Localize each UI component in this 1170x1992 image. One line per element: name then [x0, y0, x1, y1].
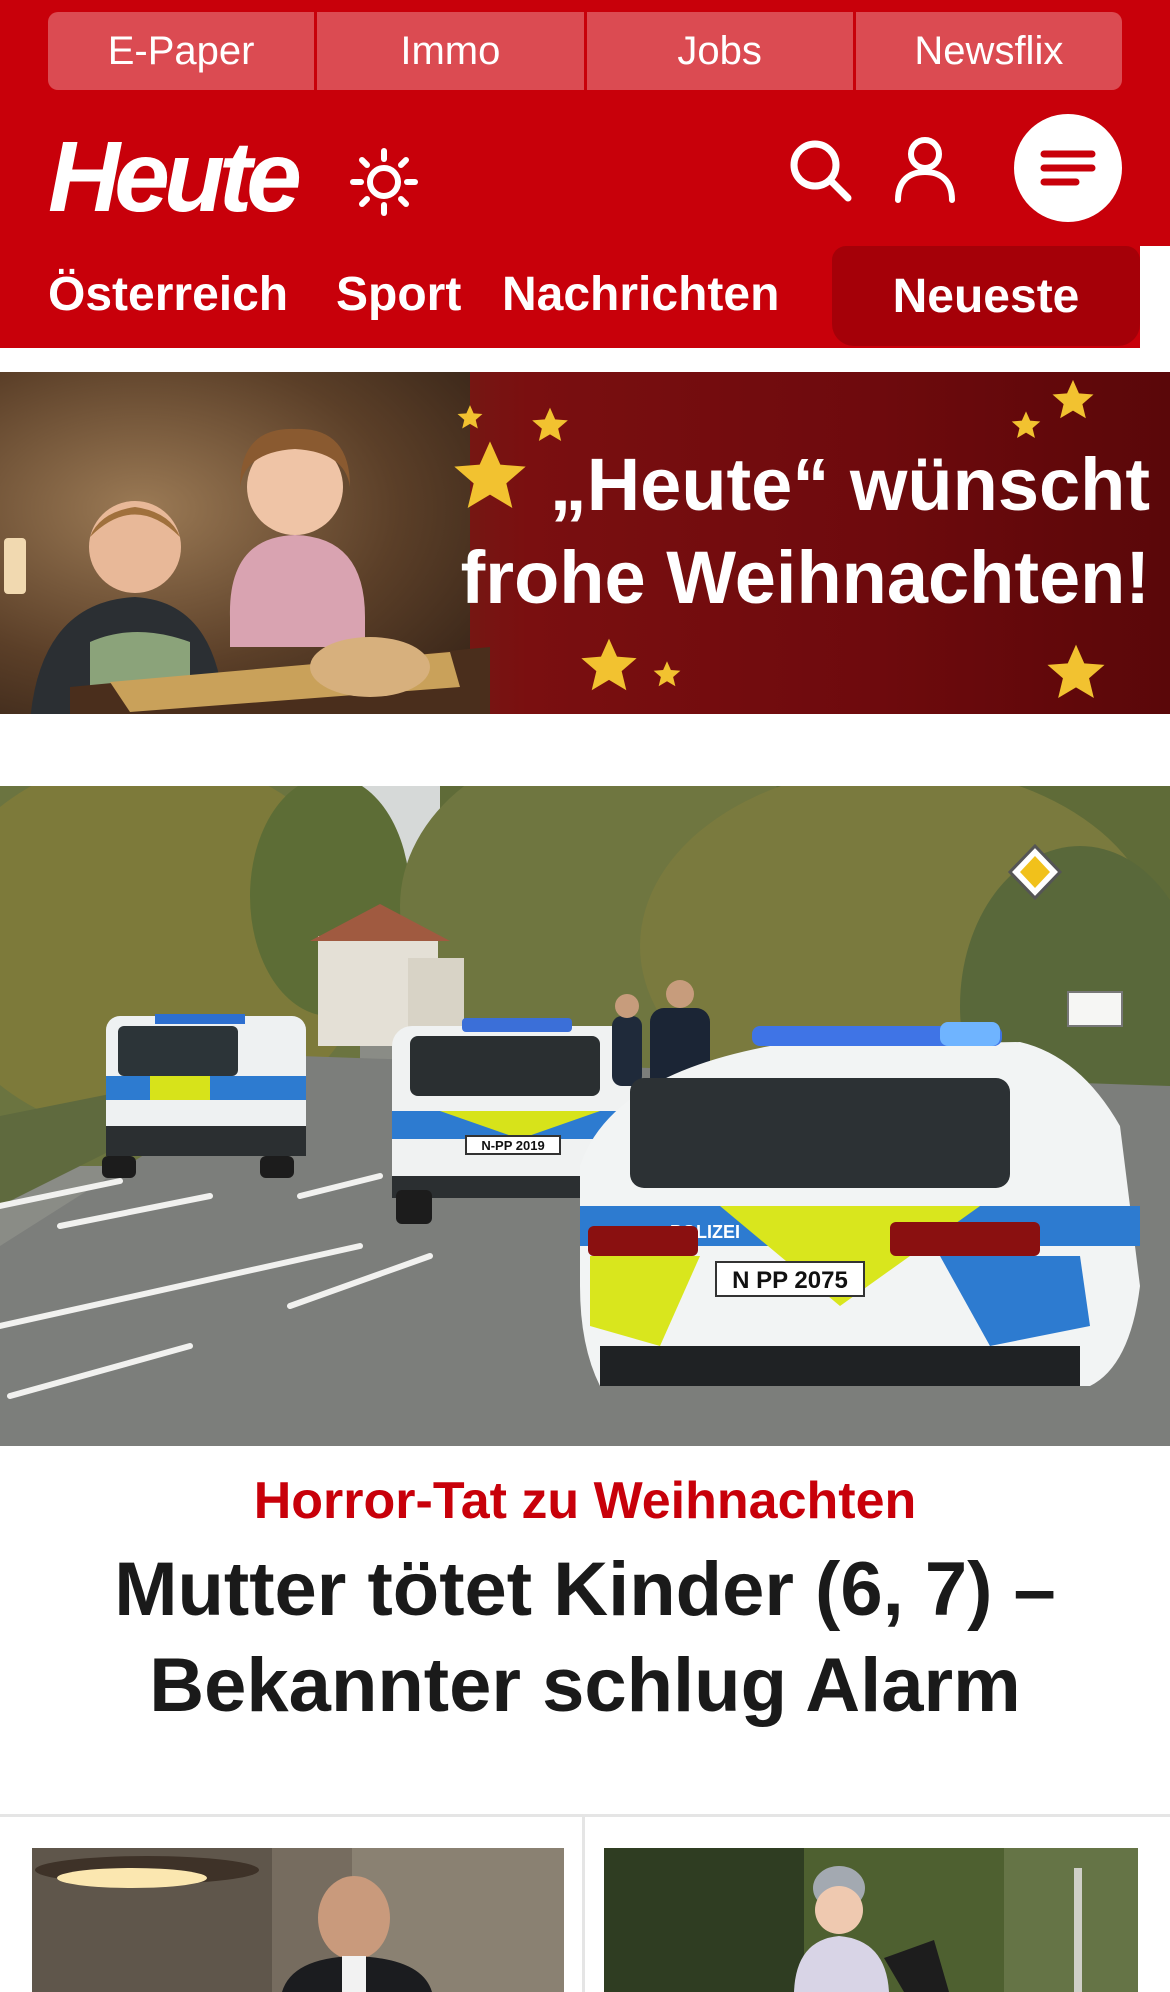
star-icon [532, 407, 568, 441]
nav-edge [1140, 246, 1170, 348]
svg-text:N PP 2075: N PP 2075 [732, 1267, 848, 1294]
category-nav: Österreich Sport Nachrichten Neueste [0, 246, 1170, 348]
menu-icon [1040, 150, 1096, 186]
user-icon[interactable] [892, 134, 958, 204]
svg-text:N-PP 2019: N-PP 2019 [481, 1138, 544, 1153]
top-link-newsflix[interactable]: Newsflix [855, 12, 1122, 90]
christmas-banner[interactable]: „Heute“ wünscht frohe Weihnachten! [0, 372, 1170, 714]
banner-line-1: „Heute“ wünscht [549, 443, 1150, 526]
star-icon [1052, 379, 1094, 419]
nav-item-neueste[interactable]: Neueste [832, 246, 1140, 346]
star-icon [454, 441, 526, 508]
hero-kicker[interactable]: Horror-Tat zu Weihnachten [0, 1468, 1170, 1534]
hero-headline[interactable]: Mutter tötet Kinder (6, 7) – Bekannter s… [60, 1542, 1110, 1734]
sun-icon[interactable] [350, 148, 418, 216]
star-icon [1047, 644, 1105, 698]
star-icon [1011, 411, 1041, 438]
nav-item-oesterreich[interactable]: Österreich [48, 260, 288, 330]
teaser-photo-child [604, 1848, 1138, 1992]
section-divider [0, 1814, 1170, 1817]
star-icon [457, 405, 483, 429]
top-link-jobs[interactable]: Jobs [586, 12, 853, 90]
hero-article-image[interactable]: N-PP 2019 N PP 2075 POLIZEI [0, 786, 1170, 1446]
column-divider [582, 1817, 585, 1992]
menu-button[interactable] [1014, 114, 1122, 222]
nav-item-nachrichten[interactable]: Nachrichten [502, 260, 779, 330]
police-scene-photo: N-PP 2019 N PP 2075 POLIZEI [0, 786, 1170, 1446]
teaser-image-right[interactable] [604, 1848, 1138, 1992]
top-links-bar: E-Paper Immo Jobs Newsflix [48, 12, 1122, 90]
star-icon [653, 661, 681, 687]
star-icon [581, 638, 637, 691]
search-icon[interactable] [786, 136, 854, 204]
banner-line-2: frohe Weihnachten! [460, 536, 1150, 619]
top-link-epaper[interactable]: E-Paper [48, 12, 315, 90]
teaser-photo-man [32, 1848, 564, 1992]
nav-item-sport[interactable]: Sport [336, 260, 461, 330]
teaser-image-left[interactable] [32, 1848, 564, 1992]
banner-text: „Heute“ wünscht frohe Weihnachten! [430, 442, 1150, 628]
heute-logo[interactable]: Heute [48, 122, 302, 232]
top-link-immo[interactable]: Immo [317, 12, 584, 90]
manger [70, 637, 490, 714]
site-header: E-Paper Immo Jobs Newsflix Heute Österre… [0, 0, 1170, 348]
